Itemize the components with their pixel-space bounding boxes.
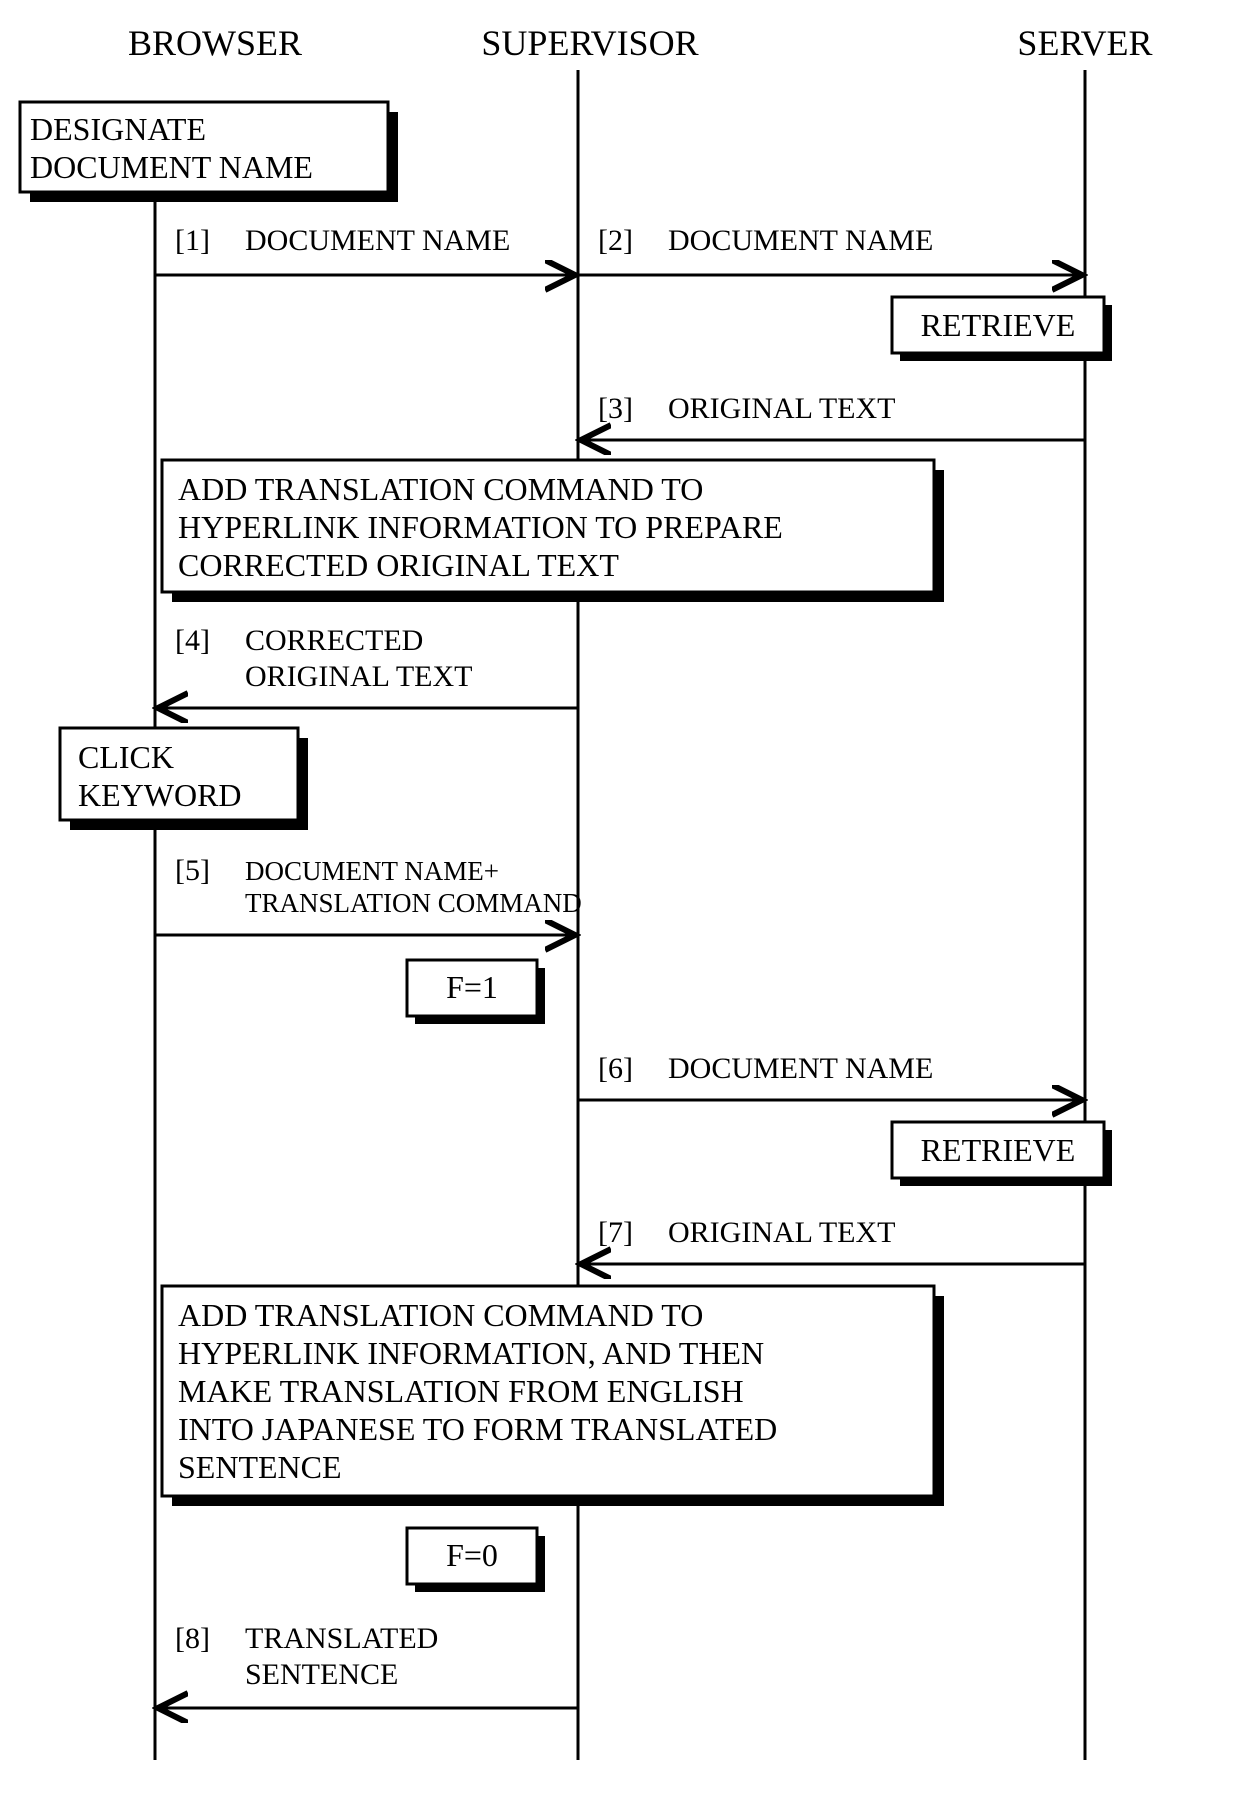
msg4-num: [4]: [175, 624, 210, 657]
box-f-set: F=1: [407, 960, 545, 1024]
svg-text:INTO JAPANESE TO FORM TRANSLAT: INTO JAPANESE TO FORM TRANSLATED: [178, 1411, 777, 1447]
box-process-1: ADD TRANSLATION COMMAND TO HYPERLINK INF…: [162, 460, 944, 602]
msg5-text-line0: DOCUMENT NAME+: [245, 856, 499, 886]
msg5-text-line1: TRANSLATION COMMAND: [245, 888, 582, 918]
svg-text:SENTENCE: SENTENCE: [178, 1449, 342, 1485]
box-process-2: ADD TRANSLATION COMMAND TO HYPERLINK INF…: [162, 1286, 944, 1506]
msg6-num: [6]: [598, 1052, 633, 1085]
svg-text:RETRIEVE: RETRIEVE: [921, 1132, 1076, 1168]
actor-server: SERVER: [1017, 23, 1152, 63]
svg-text:ADD TRANSLATION COMMAND TO: ADD TRANSLATION COMMAND TO: [178, 1297, 703, 1333]
svg-text:MAKE TRANSLATION FROM ENGLISH: MAKE TRANSLATION FROM ENGLISH: [178, 1373, 744, 1409]
svg-text:ADD TRANSLATION COMMAND TO: ADD TRANSLATION COMMAND TO: [178, 471, 703, 507]
msg3-num: [3]: [598, 392, 633, 425]
msg7-text: ORIGINAL TEXT: [668, 1216, 895, 1249]
box-click-keyword: CLICK KEYWORD: [60, 728, 308, 830]
svg-text:KEYWORD: KEYWORD: [78, 777, 242, 813]
svg-text:HYPERLINK INFORMATION TO PREPA: HYPERLINK INFORMATION TO PREPARE: [178, 509, 783, 545]
msg1-num: [1]: [175, 224, 210, 257]
box-retrieve-1: RETRIEVE: [892, 297, 1112, 361]
msg8-text-line1: SENTENCE: [245, 1658, 398, 1691]
msg2-text: DOCUMENT NAME: [668, 224, 933, 257]
svg-text:CORRECTED ORIGINAL TEXT: CORRECTED ORIGINAL TEXT: [178, 547, 619, 583]
msg5-num: [5]: [175, 854, 210, 887]
msg3-text: ORIGINAL TEXT: [668, 392, 895, 425]
msg4-text-line0: CORRECTED: [245, 624, 423, 657]
svg-text:HYPERLINK INFORMATION, AND THE: HYPERLINK INFORMATION, AND THEN: [178, 1335, 764, 1371]
svg-text:DOCUMENT NAME: DOCUMENT NAME: [30, 149, 313, 185]
box-f-reset: F=0: [407, 1528, 545, 1592]
actor-browser: BROWSER: [128, 23, 302, 63]
svg-text:F=0: F=0: [446, 1537, 498, 1573]
svg-text:CLICK: CLICK: [78, 739, 174, 775]
msg1-text: DOCUMENT NAME: [245, 224, 510, 257]
svg-text:RETRIEVE: RETRIEVE: [921, 307, 1076, 343]
msg2-num: [2]: [598, 224, 633, 257]
actor-supervisor: SUPERVISOR: [481, 23, 698, 63]
msg8-text-line0: TRANSLATED: [245, 1622, 438, 1655]
msg6-text: DOCUMENT NAME: [668, 1052, 933, 1085]
box-designate: DESIGNATE DOCUMENT NAME: [20, 102, 398, 202]
sequence-diagram: BROWSER SUPERVISOR SERVER DESIGNATE DOCU…: [0, 0, 1240, 1805]
msg7-num: [7]: [598, 1216, 633, 1249]
svg-text:F=1: F=1: [446, 969, 498, 1005]
box-retrieve-2: RETRIEVE: [892, 1122, 1112, 1186]
svg-text:DESIGNATE: DESIGNATE: [30, 111, 206, 147]
msg8-num: [8]: [175, 1622, 210, 1655]
msg4-text-line1: ORIGINAL TEXT: [245, 660, 472, 693]
